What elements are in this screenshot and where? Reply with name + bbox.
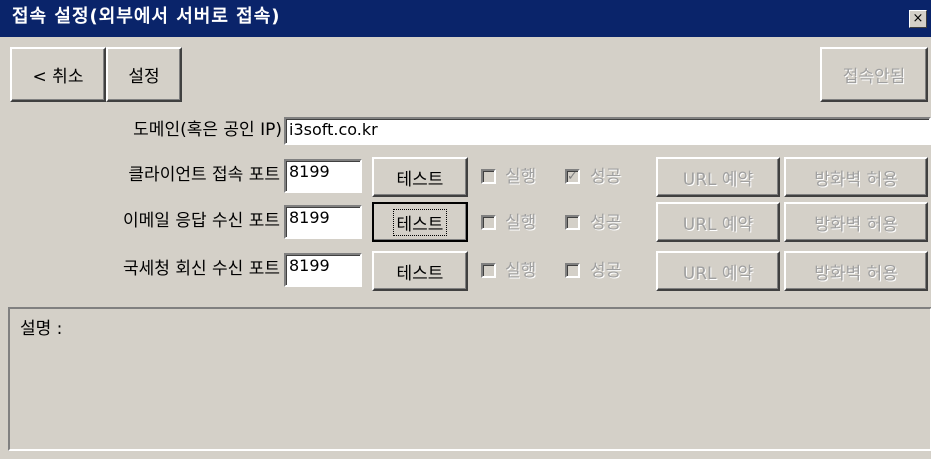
checkmark-icon: ✓ <box>567 169 578 184</box>
domain-input[interactable]: i3soft.co.kr <box>284 117 931 145</box>
test-button-label: 테스트 <box>396 263 444 284</box>
window-title: 접속 설정(외부에서 서버로 접속) <box>12 6 281 27</box>
run-checkbox-label: 실행 <box>505 213 537 233</box>
cancel-button[interactable]: < 취소 <box>10 47 106 102</box>
test-button[interactable]: 테스트 <box>372 157 468 197</box>
url-reserve-button[interactable]: URL 예약 <box>656 157 780 197</box>
settings-button[interactable]: 설정 <box>106 47 182 102</box>
url-reserve-button[interactable]: URL 예약 <box>656 202 780 242</box>
success-checkbox-label: 성공 <box>590 213 622 233</box>
firewall-allow-button[interactable]: 방화벽 허용 <box>784 202 928 242</box>
firewall-allow-label: 방화벽 허용 <box>814 263 898 284</box>
test-button[interactable]: 테스트 <box>372 251 468 291</box>
firewall-allow-button[interactable]: 방화벽 허용 <box>784 157 928 197</box>
close-icon: × <box>912 11 924 26</box>
test-button[interactable]: 테스트 <box>372 202 468 242</box>
cancel-button-label: < 취소 <box>32 67 84 87</box>
success-checkbox-label: 성공 <box>590 167 622 187</box>
settings-button-label: 설정 <box>128 67 160 87</box>
firewall-allow-label: 방화벽 허용 <box>814 214 898 235</box>
firewall-allow-button[interactable]: 방화벽 허용 <box>784 251 928 291</box>
firewall-allow-label: 방화벽 허용 <box>814 169 898 190</box>
port-row-label: 클라이언트 접속 포트 <box>128 165 280 185</box>
domain-label: 도메인(혹은 공인 IP) <box>133 120 282 140</box>
run-checkbox[interactable] <box>481 263 496 278</box>
connection-status-button[interactable]: 접속안됨 <box>820 47 928 102</box>
port-row-label: 이메일 응답 수신 포트 <box>123 211 280 231</box>
success-checkbox-label: 성공 <box>590 261 622 281</box>
connection-status-label: 접속안됨 <box>842 67 906 87</box>
close-button[interactable]: × <box>909 10 927 28</box>
test-button-label: 테스트 <box>392 208 448 236</box>
description-label: 설명 : <box>20 319 63 339</box>
success-checkbox[interactable] <box>565 263 580 278</box>
port-input[interactable]: 8199 <box>284 253 362 287</box>
port-input[interactable]: 8199 <box>284 205 362 239</box>
url-reserve-label: URL 예약 <box>682 263 754 284</box>
run-checkbox[interactable] <box>481 215 496 230</box>
description-panel <box>8 307 931 451</box>
port-row-label: 국세청 회신 수신 포트 <box>123 259 280 279</box>
run-checkbox[interactable] <box>481 169 496 184</box>
run-checkbox-label: 실행 <box>505 167 537 187</box>
url-reserve-label: URL 예약 <box>682 214 754 235</box>
success-checkbox[interactable]: ✓ <box>565 169 580 184</box>
url-reserve-label: URL 예약 <box>682 169 754 190</box>
port-input[interactable]: 8199 <box>284 159 362 193</box>
success-checkbox[interactable] <box>565 215 580 230</box>
test-button-label: 테스트 <box>396 169 444 190</box>
url-reserve-button[interactable]: URL 예약 <box>656 251 780 291</box>
run-checkbox-label: 실행 <box>505 261 537 281</box>
